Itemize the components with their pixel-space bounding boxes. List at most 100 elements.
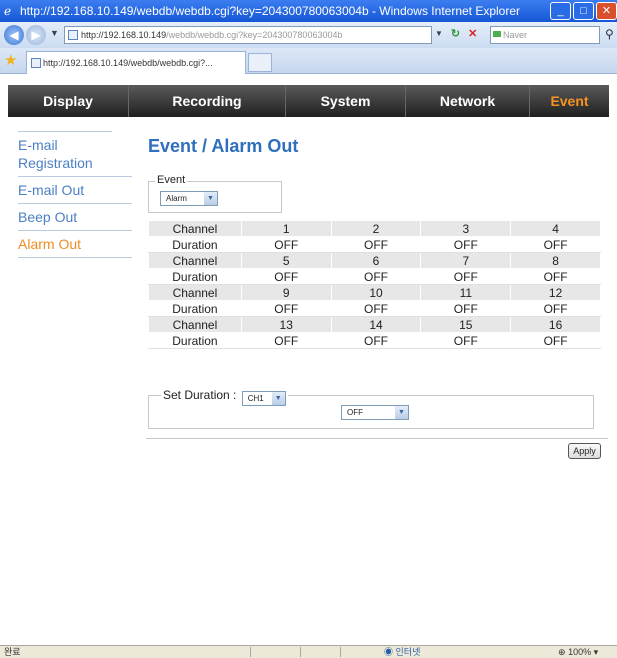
table-cell: OFF	[330, 300, 422, 317]
table-cell: 14	[330, 316, 422, 333]
minimize-icon[interactable]: _	[550, 2, 571, 20]
row-header-cell: Channel	[148, 316, 242, 333]
table-cell: 11	[420, 284, 512, 301]
status-text: 완료	[4, 647, 21, 657]
chevron-down-icon: ▼	[204, 192, 217, 205]
status-divider	[340, 647, 341, 657]
table-cell: 15	[420, 316, 512, 333]
address-dropdown-icon[interactable]: ▼	[435, 27, 443, 41]
apply-button[interactable]: Apply	[568, 443, 601, 459]
table-cell: OFF	[240, 236, 332, 253]
table-row: Duration OFF OFF OFF OFF	[148, 268, 601, 285]
browser-tab[interactable]: http://192.168.10.149/webdb/webdb.cgi?..…	[26, 51, 246, 74]
table-row: Channel 5 6 7 8	[148, 252, 601, 269]
channel-select[interactable]: CH1 ▼	[241, 391, 286, 406]
menu-system[interactable]: System	[286, 85, 406, 117]
address-host: http://192.168.10.149	[81, 30, 167, 40]
table-cell: 5	[240, 252, 332, 269]
ie-icon: ℯ	[4, 4, 12, 18]
table-cell: OFF	[420, 300, 512, 317]
status-divider	[300, 647, 301, 657]
page-icon	[68, 30, 78, 40]
menu-network[interactable]: Network	[406, 85, 530, 117]
navigation-bar: ◀ ▶ ▼ http://192.168.10.149/webdb/webdb.…	[0, 22, 617, 48]
status-zoom-label: 100%	[568, 647, 592, 657]
window-title: http://192.168.10.149/webdb/webdb.cgi?ke…	[20, 4, 521, 18]
table-cell: OFF	[510, 332, 601, 349]
table-cell: OFF	[330, 332, 422, 349]
tab-label: http://192.168.10.149/webdb/webdb.cgi?..…	[43, 58, 213, 68]
stop-icon[interactable]: ✕	[468, 27, 477, 41]
table-cell: OFF	[420, 332, 512, 349]
new-tab-button[interactable]	[248, 53, 272, 72]
row-header-cell: Duration	[148, 236, 242, 253]
table-row: Duration OFF OFF OFF OFF	[148, 332, 601, 349]
sidebar-item-email-out[interactable]: E-mail Out	[18, 176, 132, 203]
table-cell: 8	[510, 252, 601, 269]
divider	[146, 438, 608, 439]
address-bar[interactable]: http://192.168.10.149/webdb/webdb.cgi?ke…	[64, 26, 432, 44]
forward-arrow-icon[interactable]: ▶	[26, 25, 46, 45]
event-select[interactable]: Alarm ▼	[160, 191, 218, 206]
address-tools: ▼ ↻ ✕	[435, 27, 477, 41]
table-cell: OFF	[510, 268, 601, 285]
history-dropdown-icon[interactable]: ▼	[50, 28, 59, 38]
back-arrow-icon[interactable]: ◀	[4, 25, 24, 45]
search-icon[interactable]: ⚲	[605, 27, 614, 41]
event-group: Event Alarm ▼	[148, 174, 282, 213]
menu-display[interactable]: Display	[8, 85, 129, 117]
sidebar-item-beep-out[interactable]: Beep Out	[18, 203, 132, 230]
table-row: Duration OFF OFF OFF OFF	[148, 300, 601, 317]
table-cell: OFF	[240, 300, 332, 317]
event-select-value: Alarm	[166, 194, 187, 203]
sidebar-item-alarm-out[interactable]: Alarm Out	[18, 230, 132, 257]
close-icon[interactable]: ✕	[596, 2, 617, 20]
globe-icon: ◉	[384, 647, 394, 657]
set-duration-group: Set Duration : CH1 ▼ OFF ▼	[148, 388, 594, 429]
table-cell: OFF	[330, 268, 422, 285]
row-header-cell: Channel	[148, 252, 242, 269]
table-cell: 6	[330, 252, 422, 269]
row-header-cell: Channel	[148, 220, 242, 237]
tab-bar: ★ http://192.168.10.149/webdb/webdb.cgi?…	[0, 48, 617, 74]
table-cell: 1	[240, 220, 332, 237]
tab-page-icon	[31, 58, 41, 68]
status-zoom[interactable]: ⊕ 100% ▾	[558, 646, 598, 658]
table-cell: 16	[510, 316, 601, 333]
maximize-icon[interactable]: □	[573, 2, 594, 20]
search-box[interactable]: Naver	[490, 26, 600, 44]
table-row: Channel 13 14 15 16	[148, 316, 601, 333]
row-header-cell: Duration	[148, 332, 242, 349]
window-title-bar: ℯ http://192.168.10.149/webdb/webdb.cgi?…	[0, 0, 617, 22]
table-cell: OFF	[330, 236, 422, 253]
alarm-table: Channel 1 2 3 4 Duration OFF OFF OFF OFF Channel 5 6…	[148, 220, 601, 349]
table-row: Duration OFF OFF OFF OFF	[148, 236, 601, 253]
table-cell: 7	[420, 252, 512, 269]
menu-recording[interactable]: Recording	[129, 85, 286, 117]
main-menu: Display Recording System Network Event	[8, 85, 609, 117]
status-zone: ◉ 인터넷	[384, 646, 420, 658]
table-cell: OFF	[420, 236, 512, 253]
status-bar: 완료 ◉ 인터넷 ⊕ 100% ▾	[0, 645, 617, 658]
menu-event[interactable]: Event	[530, 85, 609, 117]
table-cell: OFF	[420, 268, 512, 285]
table-cell: 3	[420, 220, 512, 237]
sidebar-item-email-registration[interactable]: E-mail Registration	[18, 131, 112, 176]
naver-icon	[493, 31, 501, 37]
table-cell: 12	[510, 284, 601, 301]
favorites-star-icon[interactable]: ★	[4, 52, 17, 70]
page-content: Display Recording System Network Event E…	[0, 75, 617, 645]
channel-select-value: CH1	[247, 394, 264, 403]
sidebar-divider	[18, 257, 132, 258]
table-cell: OFF	[240, 332, 332, 349]
row-header-cell: Duration	[148, 300, 242, 317]
duration-select[interactable]: OFF ▼	[341, 405, 409, 420]
zoom-icon: ⊕	[558, 647, 566, 657]
table-cell: 13	[240, 316, 332, 333]
table-cell: 2	[330, 220, 422, 237]
page-title: Event / Alarm Out	[148, 136, 299, 156]
window-controls: _ □ ✕	[550, 2, 617, 20]
refresh-icon[interactable]: ↻	[451, 27, 460, 41]
table-cell: OFF	[240, 268, 332, 285]
status-zone-label: 인터넷	[395, 647, 421, 657]
